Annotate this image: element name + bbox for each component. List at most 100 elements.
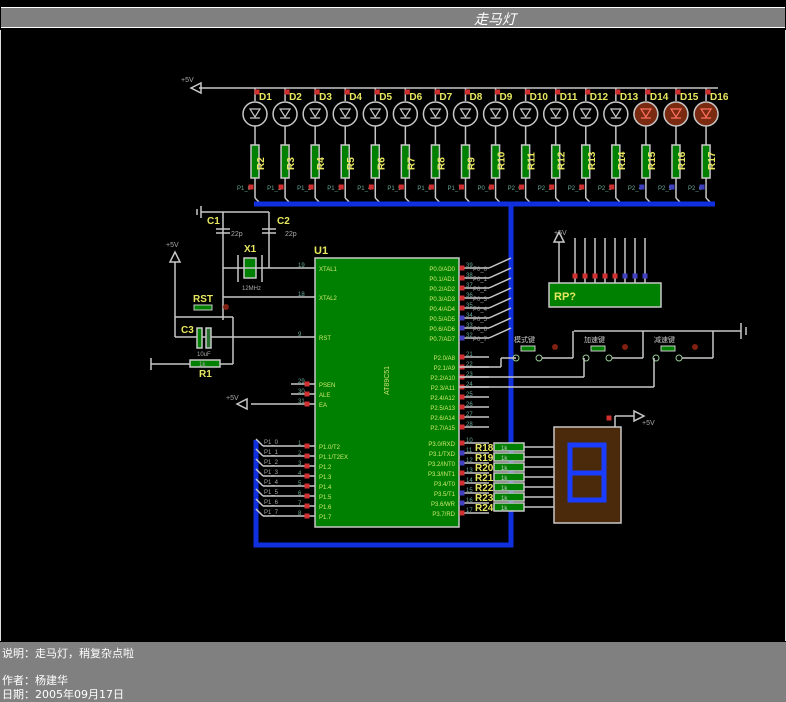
seg-resistor-r22[interactable] xyxy=(493,482,525,492)
led-d8[interactable] xyxy=(452,101,479,127)
diode-icon xyxy=(369,108,382,119)
led-d14[interactable] xyxy=(633,101,659,127)
resistor-label: R13 xyxy=(587,151,598,170)
mcu-pin-marker xyxy=(459,265,465,271)
mcu-pin-number: 10 xyxy=(466,438,473,444)
p1-net-label: P1_3 xyxy=(264,470,279,476)
net-pin xyxy=(308,184,314,190)
cap-c3[interactable] xyxy=(196,327,203,349)
mcu-pin-name: P2.6/A14 xyxy=(430,416,455,422)
p1-net-label: P1_1 xyxy=(264,450,279,456)
seg-resistor-r18[interactable] xyxy=(493,442,525,452)
mcu-pin-number: 26 xyxy=(466,402,473,408)
mcu-pin-name: P1.6 xyxy=(319,505,332,511)
led-d7[interactable] xyxy=(422,101,449,127)
led-label-d11: D11 xyxy=(560,92,578,103)
diode-icon xyxy=(278,108,292,119)
net-pin xyxy=(519,184,525,190)
led-d10[interactable] xyxy=(512,101,539,127)
button-3[interactable] xyxy=(660,345,676,352)
button-1[interactable] xyxy=(520,345,536,352)
led-d6[interactable] xyxy=(392,101,419,127)
mcu-pin-marker xyxy=(304,493,310,499)
schematic[interactable]: +5V D1 R2 P1_0 D2 R3 P1_1 D3 R4 P1_2 D4 R5 P1_3 D5 R6 P… xyxy=(1,30,786,641)
button-2[interactable] xyxy=(590,345,606,352)
r1-value: 1k xyxy=(199,362,206,368)
led-d16[interactable] xyxy=(693,101,719,127)
seg-resistor-value: 1k xyxy=(501,446,508,452)
led-label-d10: D10 xyxy=(530,92,549,103)
mcu-pin-name: P0.4/AD4 xyxy=(429,307,455,313)
mcu-pin-marker xyxy=(459,295,465,301)
led-d2[interactable] xyxy=(272,101,298,127)
diode-icon xyxy=(489,108,502,119)
cap-c3-plate xyxy=(205,327,212,349)
p0-net-label: P0_7 xyxy=(473,337,488,343)
resistor-label: R15 xyxy=(647,151,658,170)
reset-button-label: RST xyxy=(193,294,213,305)
p1-net-label: P1_2 xyxy=(264,460,279,466)
led-d5[interactable] xyxy=(362,101,389,127)
led-d15[interactable] xyxy=(663,101,689,127)
mcu-pin-name: P3.2/INT0 xyxy=(428,462,456,468)
mcu-part-label: AT89C51 xyxy=(384,366,391,395)
led-label-d1: D1 xyxy=(259,92,272,103)
mcu-pin-number: 15 xyxy=(466,488,473,494)
net-pin xyxy=(669,184,675,190)
seg-resistor-r19[interactable] xyxy=(493,452,525,462)
mcu-pin-name: P1.5 xyxy=(319,495,332,501)
button-label: 模式键 xyxy=(514,335,535,344)
mcu-pin-name: P1.0/T2 xyxy=(319,445,341,451)
info-panel: 说明：走马灯，稍复杂点啦 作者：杨建华 日期：2005年09月17日 xyxy=(0,642,786,702)
mcu-pin-marker xyxy=(304,463,310,469)
mcu-pin-name: P2.2/A10 xyxy=(430,376,455,382)
led-label-d8: D8 xyxy=(469,92,482,103)
power-label: +5V xyxy=(166,242,179,249)
led-label-d5: D5 xyxy=(379,92,392,103)
p1-net-label: P1_4 xyxy=(264,480,279,486)
mcu-pin-name: XTAL2 xyxy=(319,296,338,302)
mcu-pin-marker xyxy=(304,453,310,459)
mcu-pin-name: P3.6/WR xyxy=(431,502,456,508)
seg-resistor-value: 1k xyxy=(501,496,508,502)
led-label-d14: D14 xyxy=(650,92,669,103)
resistor-label: R6 xyxy=(376,157,387,170)
reset-button[interactable] xyxy=(193,304,213,311)
mcu-pin-name: XTAL1 xyxy=(319,267,338,273)
net-pin xyxy=(549,184,555,190)
led-d4[interactable] xyxy=(332,101,358,127)
resistor-label: R16 xyxy=(677,151,688,170)
led-d9[interactable] xyxy=(482,101,509,127)
button-contact-icon xyxy=(535,354,543,362)
mcu-pin-marker xyxy=(459,305,465,311)
window-title: 走马灯 xyxy=(474,12,516,28)
seg-resistor-r21[interactable] xyxy=(493,472,525,482)
seg-resistor-r24[interactable] xyxy=(493,502,525,512)
bus-entry xyxy=(488,257,512,269)
mcu-pin-marker xyxy=(459,510,465,516)
mcu-pin-marker xyxy=(459,275,465,281)
led-d12[interactable] xyxy=(573,101,599,127)
c2-value: 22p xyxy=(285,231,297,238)
seg-resistor-value: 1k xyxy=(501,486,508,492)
led-d11[interactable] xyxy=(542,101,569,127)
mcu-pin-number: 13 xyxy=(466,468,473,474)
mcu-pin-name: P0.0/AD0 xyxy=(429,267,455,273)
led-d1[interactable] xyxy=(242,101,268,127)
mcu-pin-name: ALE xyxy=(319,393,330,399)
led-d3[interactable] xyxy=(302,101,328,127)
mcu-pin-name: P1.3 xyxy=(319,475,332,481)
rp-pin xyxy=(612,273,618,279)
led-label-d7: D7 xyxy=(439,92,452,103)
x1-value: 12MHz xyxy=(242,286,261,292)
diode-icon xyxy=(309,108,322,119)
seg-resistor-r20[interactable] xyxy=(493,462,525,472)
button-led-icon xyxy=(622,344,628,350)
led-d13[interactable] xyxy=(603,101,629,127)
schematic-canvas[interactable]: +5V D1 R2 P1_0 D2 R3 P1_1 D3 R4 P1_2 D4 R5 P1_3 D5 R6 P… xyxy=(0,30,786,641)
c1-value: 22p xyxy=(231,231,243,238)
button-led-icon xyxy=(552,344,558,350)
led-label-d13: D13 xyxy=(620,92,639,103)
seg-resistor-r23[interactable] xyxy=(493,492,525,502)
net-pin xyxy=(278,184,284,190)
